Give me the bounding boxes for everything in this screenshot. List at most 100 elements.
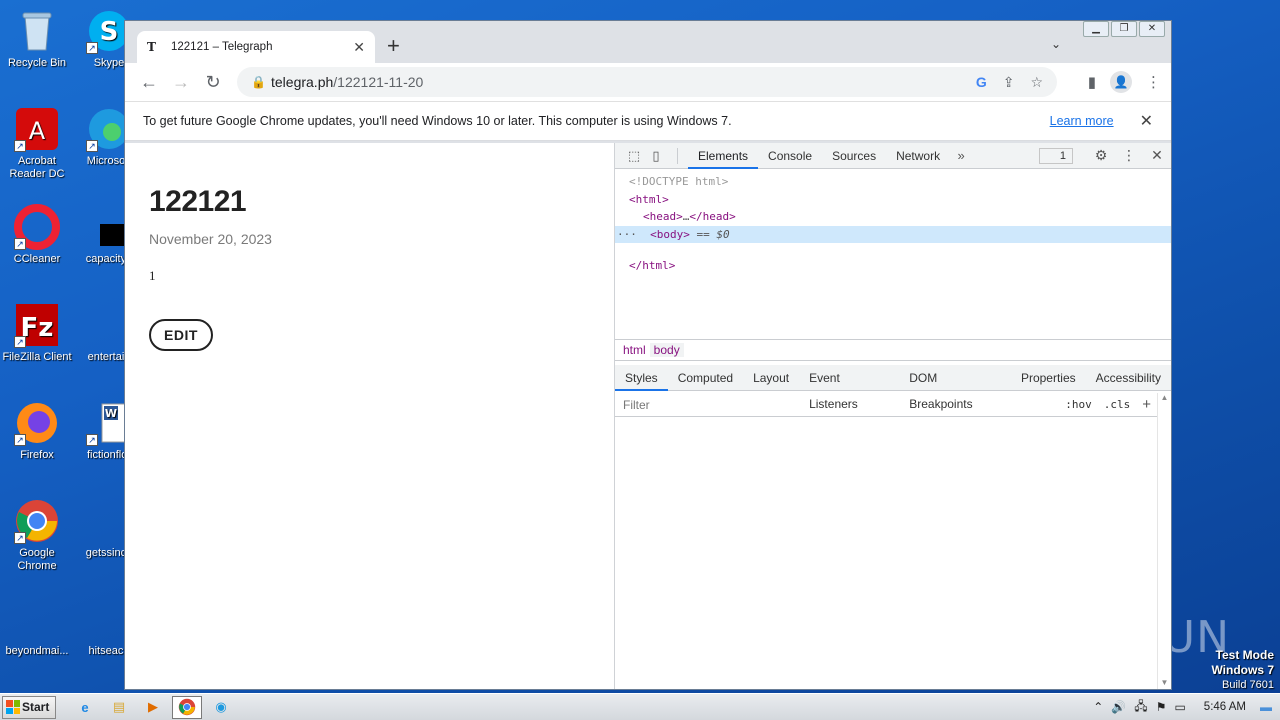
media-player-icon[interactable]: ▶ (138, 696, 168, 719)
issues-counter[interactable]: 1 (1039, 147, 1073, 164)
more-tabs-chevron-icon[interactable]: » (950, 148, 972, 163)
close-infobar-icon[interactable]: ✕ (1140, 111, 1153, 131)
tab-properties[interactable]: Properties (1011, 365, 1086, 391)
edit-button[interactable]: EDIT (149, 319, 213, 351)
dom-node-doctype[interactable]: <!DOCTYPE html> (615, 173, 1171, 191)
breadcrumb-html[interactable]: html (619, 343, 650, 357)
tab-styles[interactable]: Styles (615, 365, 668, 391)
inspect-element-icon[interactable]: ⬚ (623, 148, 645, 164)
show-desktop-icon[interactable]: ▬ (1260, 700, 1272, 714)
bookmark-star-icon[interactable]: ☆ (1030, 74, 1043, 91)
minimize-button[interactable]: ▁ (1083, 21, 1109, 37)
close-window-button[interactable]: ✕ (1139, 21, 1165, 37)
breadcrumb-body[interactable]: body (649, 343, 684, 357)
doctype-text: <!DOCTYPE html> (629, 175, 729, 188)
shortcut-arrow-icon: ↗ (14, 140, 26, 152)
internet-explorer-icon[interactable]: e (70, 696, 100, 719)
cls-toggle[interactable]: .cls (1098, 398, 1137, 411)
acrobat-icon: A ↗ (14, 106, 60, 152)
back-arrow-icon[interactable]: ← (133, 72, 165, 93)
tab-dom-breakpoints[interactable]: DOM Breakpoints (899, 365, 1011, 411)
tab-accessibility[interactable]: Accessibility (1086, 365, 1171, 391)
devtools-tab-console[interactable]: Console (758, 143, 822, 169)
share-icon[interactable]: ⇪ (1003, 74, 1015, 91)
dom-node-html[interactable]: <html> (615, 191, 1171, 209)
dom-spacer (615, 243, 1171, 257)
side-panel-icon[interactable]: ▮ (1088, 73, 1096, 91)
network-icon[interactable]: 🖧 (1134, 697, 1147, 718)
forward-arrow-icon[interactable]: → (165, 72, 197, 93)
desktop-icon-label: beyondmai... (5, 645, 69, 657)
reload-icon[interactable]: ↻ (197, 72, 229, 93)
tab-layout[interactable]: Layout (743, 365, 799, 391)
devtools-menu-kebab-icon[interactable]: ⋮ (1115, 147, 1143, 164)
body-open-tag: <body> (650, 227, 690, 241)
tab-event-listeners[interactable]: Event Listeners (799, 365, 899, 411)
devtools-tab-network[interactable]: Network (886, 143, 950, 169)
tray-expand-chevron-icon[interactable]: ⌃ (1093, 700, 1103, 714)
menu-kebab-icon[interactable]: ⋮ (1146, 73, 1161, 91)
styles-scrollbar[interactable]: ▲ ▼ (1157, 393, 1171, 689)
equals-text: == (696, 227, 710, 241)
learn-more-link[interactable]: Learn more (1050, 114, 1114, 128)
tab-computed[interactable]: Computed (668, 365, 743, 391)
svg-text:A: A (29, 117, 46, 145)
taskbar-clock[interactable]: 5:46 AM (1204, 701, 1246, 713)
tab-title: 122121 – Telegraph (171, 41, 273, 53)
dom-node-html-close[interactable]: </html> (615, 257, 1171, 275)
maximize-button[interactable]: ❐ (1111, 21, 1137, 37)
profile-avatar-icon[interactable]: 👤 (1110, 71, 1132, 93)
node-actions-ellipsis-icon[interactable]: ··· (617, 228, 644, 241)
google-lens-icon[interactable]: G (976, 74, 987, 91)
window-controls: ▁ ❐ ✕ (1083, 21, 1165, 37)
devtools-tabbar: ⬚ ▯ Elements Console Sources Network » 1… (615, 143, 1171, 169)
desktop-icon-beyondmai[interactable]: beyondmai... (0, 596, 74, 658)
desktop-icon-filezilla[interactable]: Fz ↗ FileZilla Client (0, 302, 74, 364)
file-explorer-icon[interactable]: ▤ (104, 696, 134, 719)
tray-app-icon[interactable]: ▭ (1174, 700, 1185, 714)
desktop-icon-acrobat[interactable]: A ↗ Acrobat Reader DC (0, 106, 74, 181)
devtools-tab-elements[interactable]: Elements (688, 143, 759, 169)
breadcrumb: html body (615, 339, 1171, 361)
edge-taskbar-icon[interactable]: ◉ (206, 696, 236, 719)
device-toolbar-icon[interactable]: ▯ (645, 148, 667, 164)
shortcut-arrow-icon: ↗ (86, 140, 98, 152)
start-button[interactable]: Start (2, 695, 56, 719)
desktop-icon-label: CCleaner (13, 253, 61, 265)
desktop-icon-chrome[interactable]: ↗ Google Chrome (0, 498, 74, 573)
system-tray: ⌃ 🔊 🖧 ⚑ ▭ 5:46 AM ▬ (1093, 697, 1280, 718)
dom-node-body-selected[interactable]: ··· <body> == $0 (615, 225, 1171, 243)
test-mode-line2: Windows 7 (1211, 663, 1274, 677)
recycle-bin-icon (14, 8, 60, 54)
desktop-icon-label: Google Chrome (17, 547, 57, 572)
hov-toggle[interactable]: :hov (1059, 398, 1098, 411)
scroll-up-arrow-icon[interactable]: ▲ (1158, 393, 1171, 402)
styles-filter-input[interactable]: Filter (615, 398, 1059, 412)
volume-icon[interactable]: 🔊 (1111, 700, 1126, 714)
close-devtools-icon[interactable]: ✕ (1143, 147, 1171, 164)
chrome-taskbar-icon[interactable] (172, 695, 202, 719)
test-mode-line3: Build 7601 (1222, 679, 1274, 691)
new-tab-button[interactable]: + (387, 35, 400, 57)
browser-window: ▁ ❐ ✕ T 122121 – Telegraph ✕ + ⌄ ← → ↻ 🔒… (124, 20, 1172, 690)
desktop-icon-ccleaner[interactable]: ↗ CCleaner (0, 204, 74, 266)
desktop-icon-firefox[interactable]: ↗ Firefox (0, 400, 74, 462)
close-tab-icon[interactable]: ✕ (353, 39, 365, 56)
lock-icon: 🔒 (251, 75, 266, 89)
settings-gear-icon[interactable]: ⚙ (1087, 147, 1115, 164)
devtools-panel: ⬚ ▯ Elements Console Sources Network » 1… (615, 143, 1171, 689)
update-infobar: To get future Google Chrome updates, you… (125, 101, 1171, 141)
shortcut-arrow-icon: ↗ (14, 238, 26, 250)
dom-node-head[interactable]: <head>…</head> (615, 208, 1171, 226)
action-center-flag-icon[interactable]: ⚑ (1156, 700, 1167, 714)
tab-search-chevron-icon[interactable]: ⌄ (1051, 37, 1061, 51)
address-bar[interactable]: 🔒 telegra.ph/122121-11-20 G ⇪ ☆ (237, 67, 1057, 97)
tab-favicon-icon: T (147, 40, 156, 54)
url-host: telegra.ph (271, 74, 334, 90)
browser-tab[interactable]: T 122121 – Telegraph ✕ (137, 31, 375, 63)
scroll-down-arrow-icon[interactable]: ▼ (1158, 678, 1171, 687)
browser-toolbar: ← → ↻ 🔒 telegra.ph/122121-11-20 G ⇪ ☆ ▮ … (125, 63, 1171, 101)
desktop-icon-label: Firefox (20, 449, 54, 461)
desktop-icon-recycle-bin[interactable]: Recycle Bin (0, 8, 74, 70)
devtools-tab-sources[interactable]: Sources (822, 143, 886, 169)
